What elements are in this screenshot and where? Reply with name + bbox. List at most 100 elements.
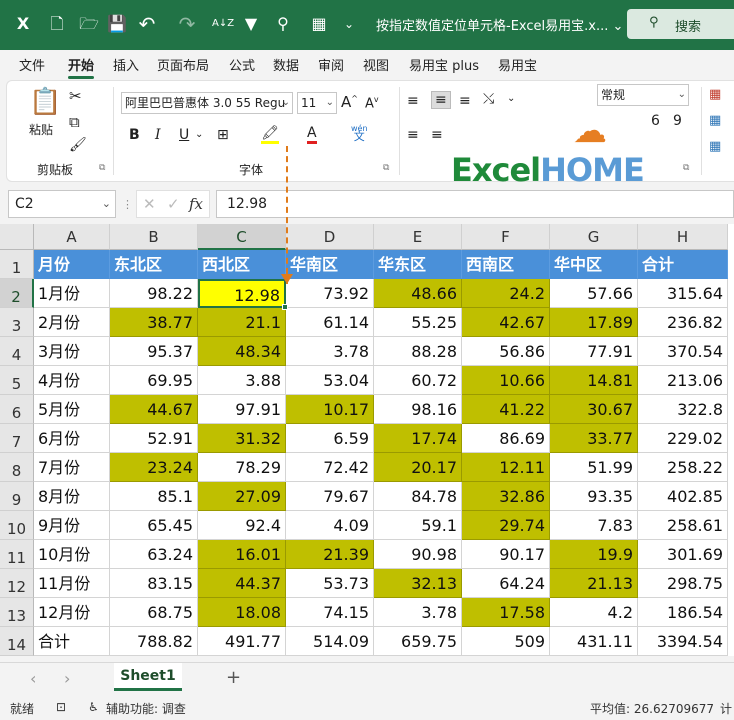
table-cell[interactable]: 509 [462,627,550,656]
column-header-g[interactable]: G [550,224,638,250]
paste-label[interactable]: 粘贴 [29,121,53,138]
tab-insert[interactable]: 插入 [113,55,139,74]
table-cell[interactable]: 32.13 [374,569,462,598]
table-cell[interactable]: 合计 [34,627,110,656]
table-cell[interactable]: 53.04 [286,366,374,395]
number-format-select[interactable]: 常规 ⌄ [597,84,689,106]
select-all-corner[interactable] [0,224,34,250]
table-cell[interactable]: 213.06 [638,366,728,395]
table-cell[interactable]: 322.8 [638,395,728,424]
sort-desc-icon[interactable]: ▼ [240,13,262,35]
comma-icon[interactable]: 9 [673,113,682,129]
row-header-4[interactable]: 4 [0,337,34,366]
phonetic-icon[interactable]: wén 文 [351,125,368,143]
table-cell[interactable]: 24.2 [462,279,550,308]
italic-button[interactable]: I [155,127,161,143]
table-cell[interactable]: 12.11 [462,453,550,482]
dialog-launcher-icon[interactable]: ⧉ [683,163,689,173]
row-header-10[interactable]: 10 [0,511,34,540]
table-cell[interactable]: 77.91 [550,337,638,366]
redo-icon[interactable]: ↷ [176,13,198,35]
row-header-12[interactable]: 12 [0,569,34,598]
table-cell[interactable]: 17.58 [462,598,550,627]
row-header-9[interactable]: 9 [0,482,34,511]
row-header-5[interactable]: 5 [0,366,34,395]
formula-input[interactable]: 12.98 [216,190,734,218]
table-header-cell[interactable]: 华东区 [374,250,462,279]
customize-toolbar-icon[interactable]: ⌄ [338,13,360,35]
table-header-cell[interactable]: 华南区 [286,250,374,279]
insert-function-button[interactable]: fx [189,191,203,217]
table-cell[interactable]: 29.74 [462,511,550,540]
table-cell[interactable]: 32.86 [462,482,550,511]
table-cell[interactable]: 78.29 [198,453,286,482]
align-bottom-icon[interactable]: ≡ [459,93,471,109]
sheet-tab-sheet1[interactable]: Sheet1 [114,663,182,691]
table-cell[interactable]: 2月份 [34,308,110,337]
undo-icon[interactable]: ↶ [136,13,158,35]
align-middle-icon[interactable]: ≡ [431,91,451,109]
column-header-a[interactable]: A [34,224,110,250]
table-cell[interactable]: 86.69 [462,424,550,453]
table-cell[interactable]: 48.34 [198,337,286,366]
tab-view[interactable]: 视图 [363,55,389,74]
column-header-d[interactable]: D [286,224,374,250]
table-cell[interactable]: 88.28 [374,337,462,366]
table-cell[interactable]: 17.89 [550,308,638,337]
row-header-6[interactable]: 6 [0,395,34,424]
table-cell[interactable]: 61.14 [286,308,374,337]
font-color-button[interactable]: A [307,125,317,144]
table-cell[interactable]: 84.78 [374,482,462,511]
table-cell[interactable]: 74.15 [286,598,374,627]
row-header-8[interactable]: 8 [0,453,34,482]
table-cell[interactable]: 97.91 [198,395,286,424]
column-header-e[interactable]: E [374,224,462,250]
table-cell[interactable]: 6月份 [34,424,110,453]
table-cell[interactable]: 659.75 [374,627,462,656]
table-cell[interactable]: 11月份 [34,569,110,598]
table-cell[interactable]: 41.22 [462,395,550,424]
table-cell[interactable]: 10.66 [462,366,550,395]
table-cell[interactable]: 9月份 [34,511,110,540]
worksheet-grid[interactable]: A B C D E F G H 1 月份 东北区 西北区 华南区 华东区 西南区 华中区 合计 2 1月份 98.22… [0,224,734,656]
table-cell[interactable]: 44.37 [198,569,286,598]
underline-button[interactable]: U [179,127,189,143]
column-header-f[interactable]: F [462,224,550,250]
shrink-font-icon[interactable]: Av [365,95,379,111]
table-cell[interactable]: 6.59 [286,424,374,453]
tab-data[interactable]: 数据 [273,55,299,74]
table-cell[interactable]: 38.77 [110,308,198,337]
dialog-launcher-icon[interactable]: ⧉ [99,163,105,173]
table-cell[interactable]: 258.22 [638,453,728,482]
table-cell[interactable]: 7.83 [550,511,638,540]
format-table-icon[interactable]: ▦ [709,113,721,128]
table-cell[interactable]: 18.08 [198,598,286,627]
conditional-format-icon[interactable]: ▦ [709,87,721,102]
table-cell[interactable]: 3394.54 [638,627,728,656]
table-cell[interactable]: 48.66 [374,279,462,308]
row-header-13[interactable]: 13 [0,598,34,627]
table-cell[interactable]: 5月份 [34,395,110,424]
table-cell[interactable]: 4.2 [550,598,638,627]
table-cell[interactable]: 1月份 [34,279,110,308]
table-cell[interactable]: 83.15 [110,569,198,598]
save-icon[interactable]: 💾 [106,13,128,35]
table-cell[interactable]: 30.67 [550,395,638,424]
table-header-cell[interactable]: 合计 [638,250,728,279]
table-cell[interactable]: 10.17 [286,395,374,424]
table-cell[interactable]: 14.81 [550,366,638,395]
table-header-cell[interactable]: 华中区 [550,250,638,279]
table-cell[interactable]: 10月份 [34,540,110,569]
dialog-launcher-icon[interactable]: ⧉ [383,163,389,173]
table-cell[interactable]: 93.35 [550,482,638,511]
table-cell[interactable]: 229.02 [638,424,728,453]
align-top-icon[interactable]: ≡ [407,93,419,109]
table-header-cell[interactable]: 月份 [34,250,110,279]
table-cell[interactable]: 21.1 [198,308,286,337]
table-cell[interactable]: 431.11 [550,627,638,656]
next-sheet-icon[interactable]: › [64,669,70,688]
cut-icon[interactable]: ✂ [69,87,82,105]
tab-yiyongbao-plus[interactable]: 易用宝 plus [409,55,479,74]
table-cell[interactable]: 57.66 [550,279,638,308]
table-cell[interactable]: 73.92 [286,279,374,308]
